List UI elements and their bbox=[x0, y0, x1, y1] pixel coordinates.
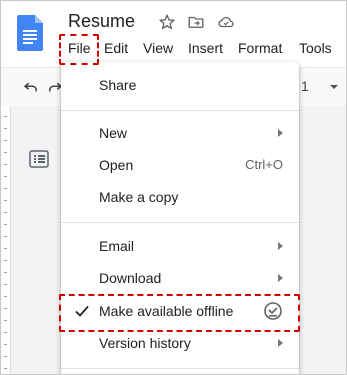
docs-logo-icon[interactable] bbox=[17, 15, 43, 51]
submenu-arrow-icon bbox=[278, 274, 283, 282]
menu-item-share[interactable]: Share bbox=[61, 70, 299, 100]
menu-view[interactable]: View bbox=[143, 40, 173, 56]
move-to-folder-icon[interactable] bbox=[187, 13, 205, 31]
menu-divider bbox=[61, 222, 299, 223]
menu-tools[interactable]: Tools bbox=[299, 40, 332, 56]
cloud-status-icon[interactable] bbox=[217, 13, 235, 31]
menu-item-label: Email bbox=[99, 238, 135, 254]
menu-item-label: Share bbox=[99, 77, 137, 93]
menu-item-email[interactable]: Email bbox=[61, 231, 299, 261]
star-icon[interactable] bbox=[158, 13, 176, 31]
menu-item-download[interactable]: Download bbox=[61, 263, 299, 293]
menu-item-new[interactable]: New bbox=[61, 118, 299, 148]
menu-insert[interactable]: Insert bbox=[188, 40, 223, 56]
menu-item-label: Open bbox=[99, 157, 134, 173]
undo-icon[interactable] bbox=[22, 78, 40, 96]
menu-item-label: Version history bbox=[99, 335, 191, 351]
menu-item-version-history[interactable]: Version history bbox=[61, 328, 299, 358]
submenu-arrow-icon bbox=[278, 129, 283, 137]
menu-item-label: Download bbox=[99, 270, 162, 286]
menu-item-label: New bbox=[99, 125, 128, 141]
submenu-arrow-icon bbox=[278, 339, 283, 347]
menu-item-open[interactable]: Open Ctrl+O bbox=[61, 150, 299, 180]
menu-divider bbox=[61, 368, 299, 369]
vertical-ruler bbox=[1, 106, 11, 374]
shortcut-label: Ctrl+O bbox=[245, 157, 283, 172]
offline-option-highlight bbox=[59, 294, 300, 332]
dropdown-arrow-icon[interactable] bbox=[328, 81, 340, 93]
file-menu-highlight bbox=[59, 34, 99, 65]
menu-item-label: Make a copy bbox=[99, 189, 179, 205]
menu-divider bbox=[61, 110, 299, 111]
document-title[interactable]: Resume bbox=[68, 11, 135, 32]
menu-format[interactable]: Format bbox=[238, 40, 282, 56]
submenu-arrow-icon bbox=[278, 242, 283, 250]
document-outline-icon[interactable] bbox=[29, 150, 49, 168]
menu-edit[interactable]: Edit bbox=[104, 40, 128, 56]
font-size-value[interactable]: 1 bbox=[301, 78, 309, 94]
menu-item-make-copy[interactable]: Make a copy bbox=[61, 182, 299, 212]
app-window: Resume File Edit View Insert Format Tool… bbox=[0, 0, 347, 375]
